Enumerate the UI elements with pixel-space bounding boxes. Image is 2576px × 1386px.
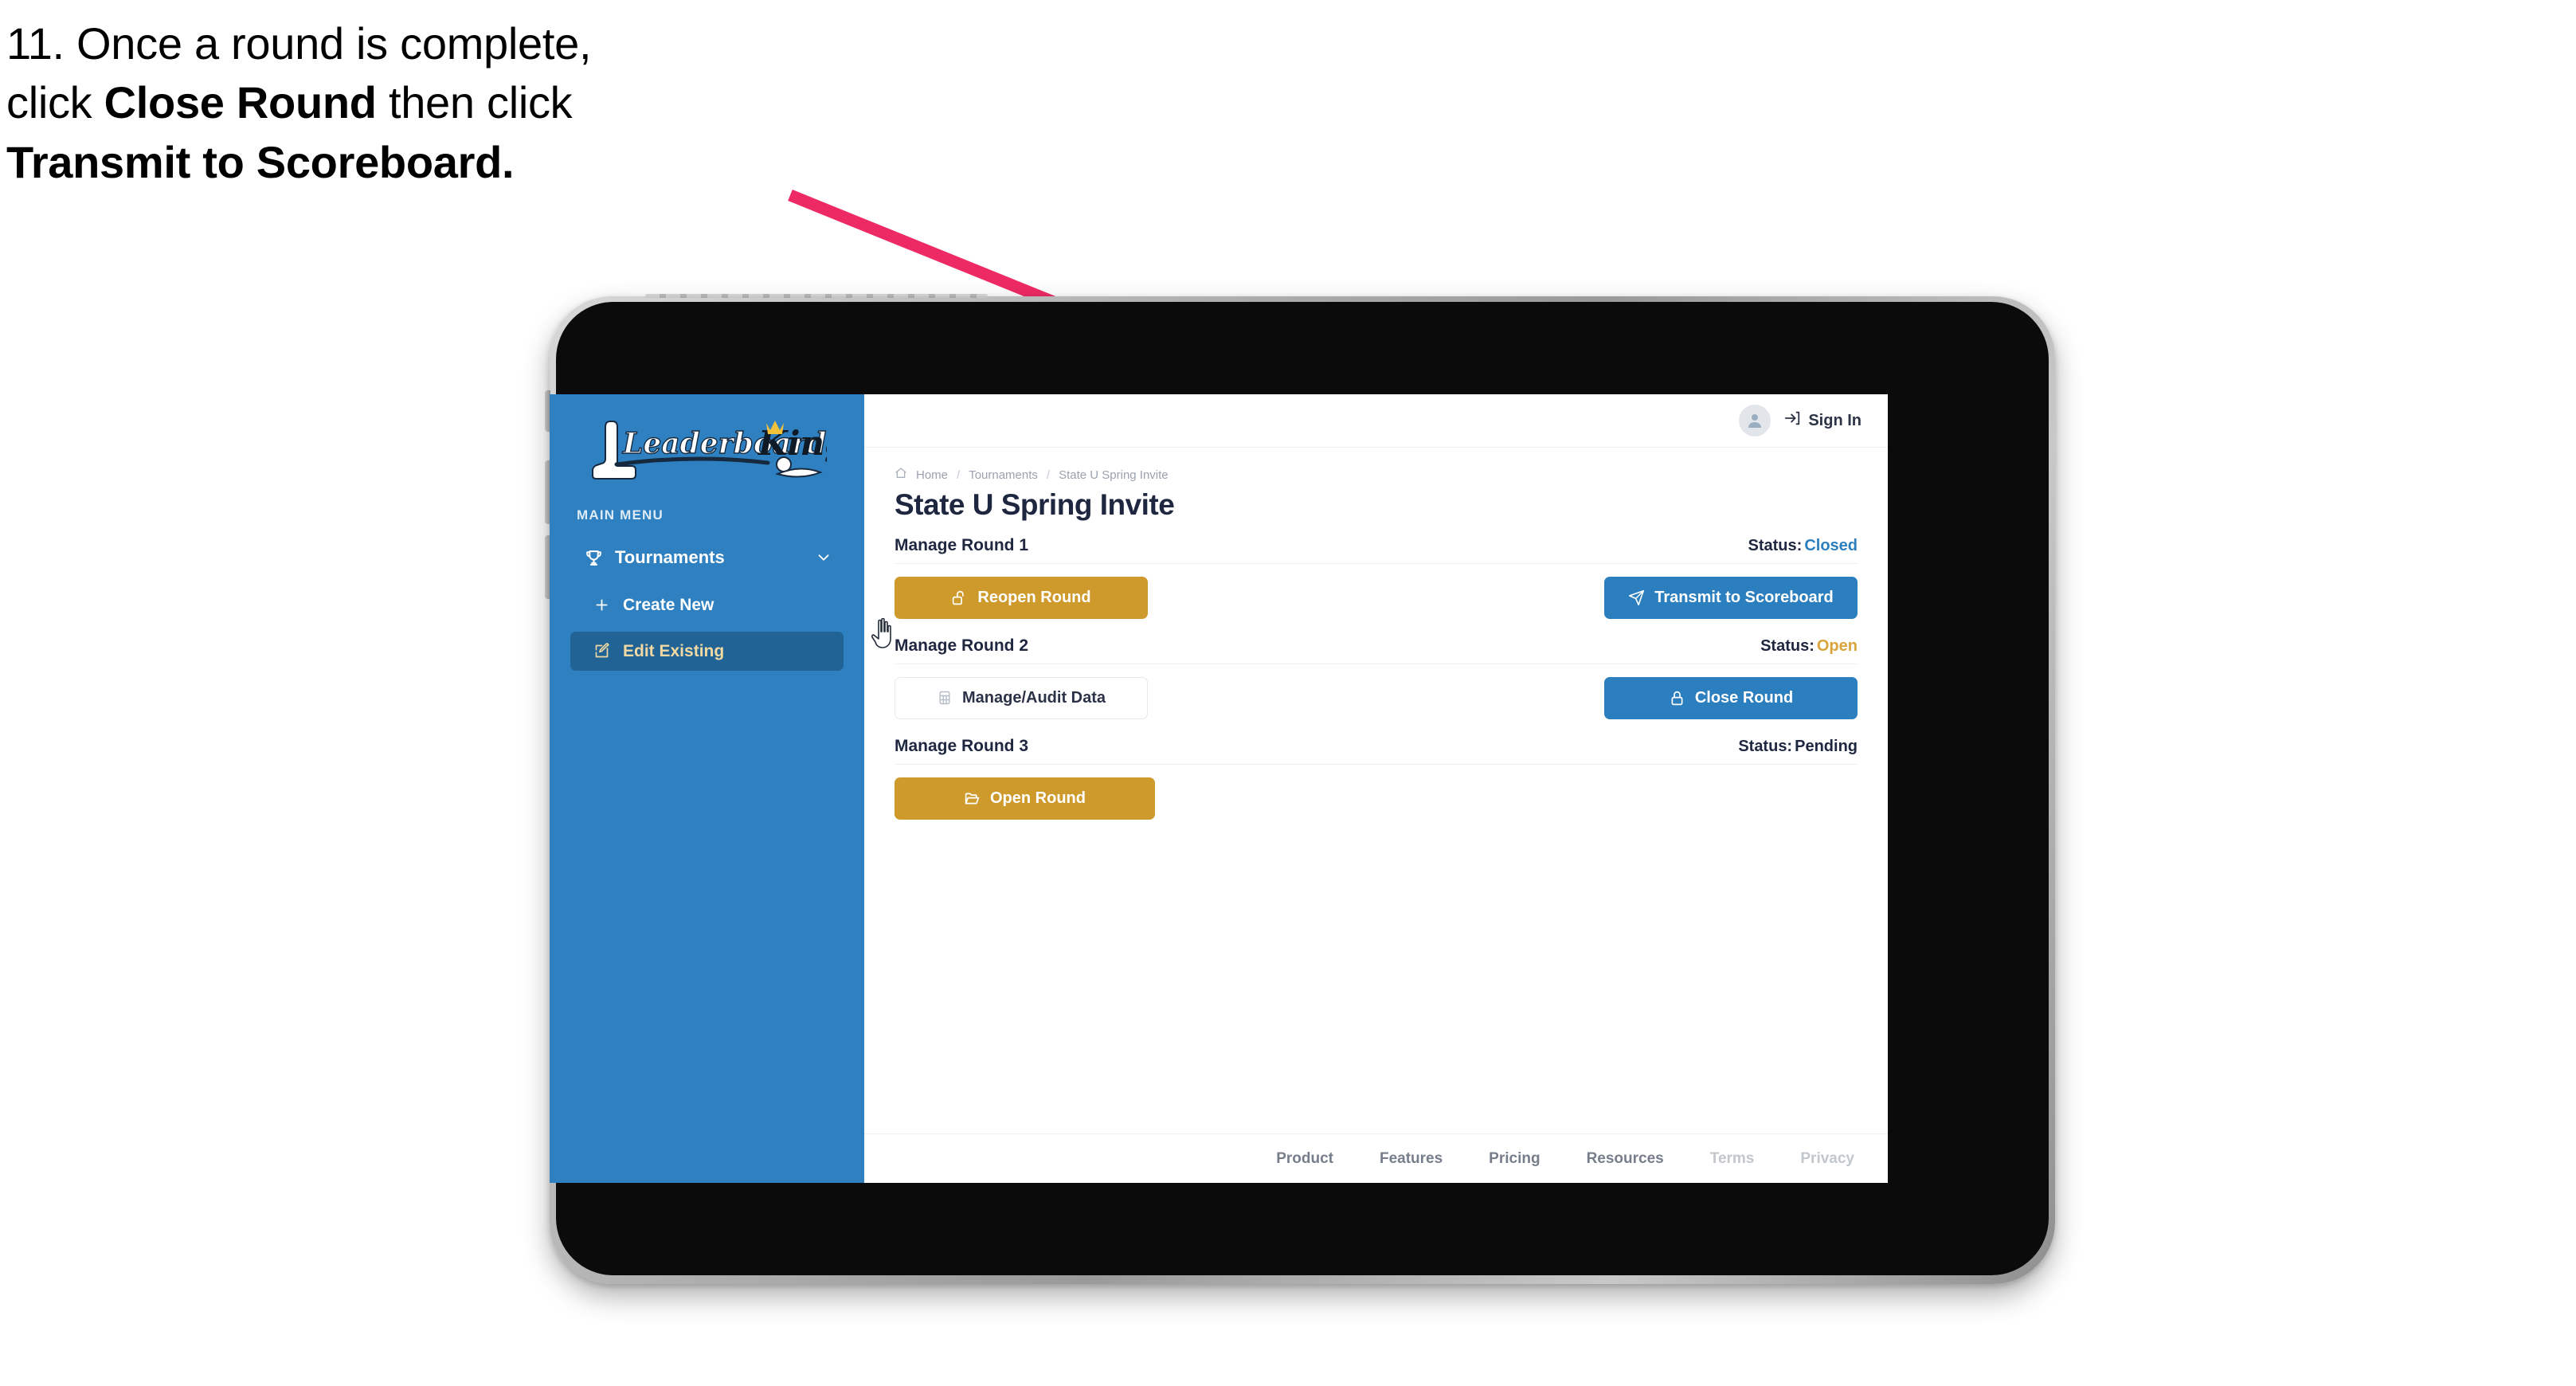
round-2-title: Manage Round 2 <box>895 636 1029 655</box>
round-1-header: Manage Round 1 Status: Closed <box>895 536 1858 564</box>
user-avatar-icon <box>1748 414 1762 428</box>
caption-line-2-post: then click <box>376 77 573 128</box>
sidebar-item-tournaments-label: Tournaments <box>615 547 725 567</box>
sidebar-item-edit-existing[interactable]: Edit Existing <box>570 632 844 671</box>
round-2-status: Status: Open <box>1760 637 1858 656</box>
round-1-status-value: Closed <box>1804 537 1858 554</box>
footer-link-resources[interactable]: Resources <box>1587 1150 1664 1168</box>
folder-open-icon <box>964 790 981 807</box>
reopen-round-button[interactable]: Reopen Round <box>895 576 1148 619</box>
sidebar-item-create-new-label: Create New <box>623 595 714 614</box>
sign-in-arrow-icon <box>1783 409 1801 432</box>
breadcrumb-separator: / <box>1046 468 1051 482</box>
chevron-down-icon[interactable] <box>815 549 832 566</box>
round-3-status: Status: Pending <box>1738 738 1858 756</box>
sidebar-item-tournaments[interactable]: Tournaments <box>570 537 844 578</box>
unlock-icon <box>951 589 968 606</box>
trophy-icon <box>581 546 605 570</box>
sidebar-item-create-new[interactable]: Create New <box>570 585 844 624</box>
page-title: State U Spring Invite <box>895 488 1175 521</box>
round-1-status-label: Status: <box>1748 537 1803 554</box>
transmit-to-scoreboard-button[interactable]: Transmit to Scoreboard <box>1604 576 1858 619</box>
footer-link-features[interactable]: Features <box>1380 1150 1443 1168</box>
round-2-status-value: Open <box>1816 637 1858 655</box>
caption-line-2-pre: click <box>6 77 104 128</box>
close-round-button[interactable]: Close Round <box>1604 676 1858 719</box>
top-bar: Sign In <box>864 394 1888 448</box>
breadcrumb-separator: / <box>957 468 961 482</box>
page-body: Home / Tournaments / State U Spring Invi… <box>864 448 1888 837</box>
round-block-1: Manage Round 1 Status: Closed Reopen Roun… <box>895 536 1858 619</box>
round-2-header: Manage Round 2 Status: Open <box>895 636 1858 664</box>
sidebar-section-label: MAIN MENU <box>577 507 664 523</box>
round-1-actions: Reopen Round Transmit to Scoreboard <box>895 576 1858 619</box>
round-3-header: Manage Round 3 Status: Pending <box>895 737 1858 765</box>
plus-icon <box>591 594 613 616</box>
close-round-label: Close Round <box>1694 688 1794 707</box>
sidebar: Leaderboard King MAIN MENU <box>550 394 864 1183</box>
open-round-label: Open Round <box>990 789 1086 807</box>
lock-icon <box>1669 690 1685 707</box>
instruction-caption: 11. Once a round is complete, click Clos… <box>6 14 883 192</box>
footer-link-privacy[interactable]: Privacy <box>1800 1150 1854 1168</box>
round-block-3: Manage Round 3 Status: Pending Open Roun… <box>895 737 1858 820</box>
edit-square-icon <box>591 640 613 662</box>
manage-audit-data-label: Manage/Audit Data <box>961 688 1106 707</box>
footer-link-pricing[interactable]: Pricing <box>1489 1150 1540 1168</box>
tablet-screen: Leaderboard King MAIN MENU <box>550 394 1888 1183</box>
round-3-status-value: Pending <box>1795 738 1858 755</box>
round-3-title: Manage Round 3 <box>895 737 1029 755</box>
breadcrumb-item-current: State U Spring Invite <box>1059 468 1169 482</box>
caption-line-3: Transmit to Scoreboard. <box>6 136 515 187</box>
sidebar-item-edit-existing-label: Edit Existing <box>623 641 725 660</box>
caption-line-2: click Close Round then click <box>6 73 883 132</box>
brand-logo[interactable]: Leaderboard King <box>550 405 864 490</box>
reopen-round-label: Reopen Round <box>977 588 1091 606</box>
transmit-to-scoreboard-label: Transmit to Scoreboard <box>1654 588 1834 606</box>
round-1-title: Manage Round 1 <box>895 536 1029 554</box>
avatar[interactable] <box>1739 405 1771 437</box>
manage-audit-data-button[interactable]: Manage/Audit Data <box>895 676 1148 719</box>
paper-plane-icon <box>1628 589 1645 606</box>
breadcrumb: Home / Tournaments / State U Spring Invi… <box>895 467 1858 483</box>
round-2-status-label: Status: <box>1760 637 1815 655</box>
speaker-grill <box>645 294 988 298</box>
sign-in-label: Sign In <box>1808 411 1862 429</box>
round-block-2: Manage Round 2 Status: Open Manage/Audit… <box>895 636 1858 719</box>
caption-line-2-bold: Close Round <box>104 77 377 128</box>
footer: Product Features Pricing Resources Terms… <box>864 1133 1888 1183</box>
caption-line-1: 11. Once a round is complete, <box>6 18 592 69</box>
table-grid-icon <box>937 690 953 706</box>
main-content: Sign In Home / Tournaments / State U Spr… <box>864 394 1888 1183</box>
round-1-status: Status: Closed <box>1748 537 1858 555</box>
breadcrumb-item-tournaments[interactable]: Tournaments <box>969 468 1038 482</box>
footer-link-terms[interactable]: Terms <box>1710 1150 1755 1168</box>
open-round-button[interactable]: Open Round <box>895 777 1155 820</box>
round-2-actions: Manage/Audit Data Close Round <box>895 676 1858 719</box>
sign-in-button[interactable]: Sign In <box>1783 409 1862 432</box>
home-icon[interactable] <box>895 467 907 483</box>
round-3-status-label: Status: <box>1738 738 1793 755</box>
breadcrumb-item-home[interactable]: Home <box>916 468 948 482</box>
leaderboard-king-logo-icon: Leaderboard King <box>591 421 827 480</box>
round-3-actions: Open Round <box>895 777 1858 820</box>
footer-link-product[interactable]: Product <box>1276 1150 1333 1168</box>
